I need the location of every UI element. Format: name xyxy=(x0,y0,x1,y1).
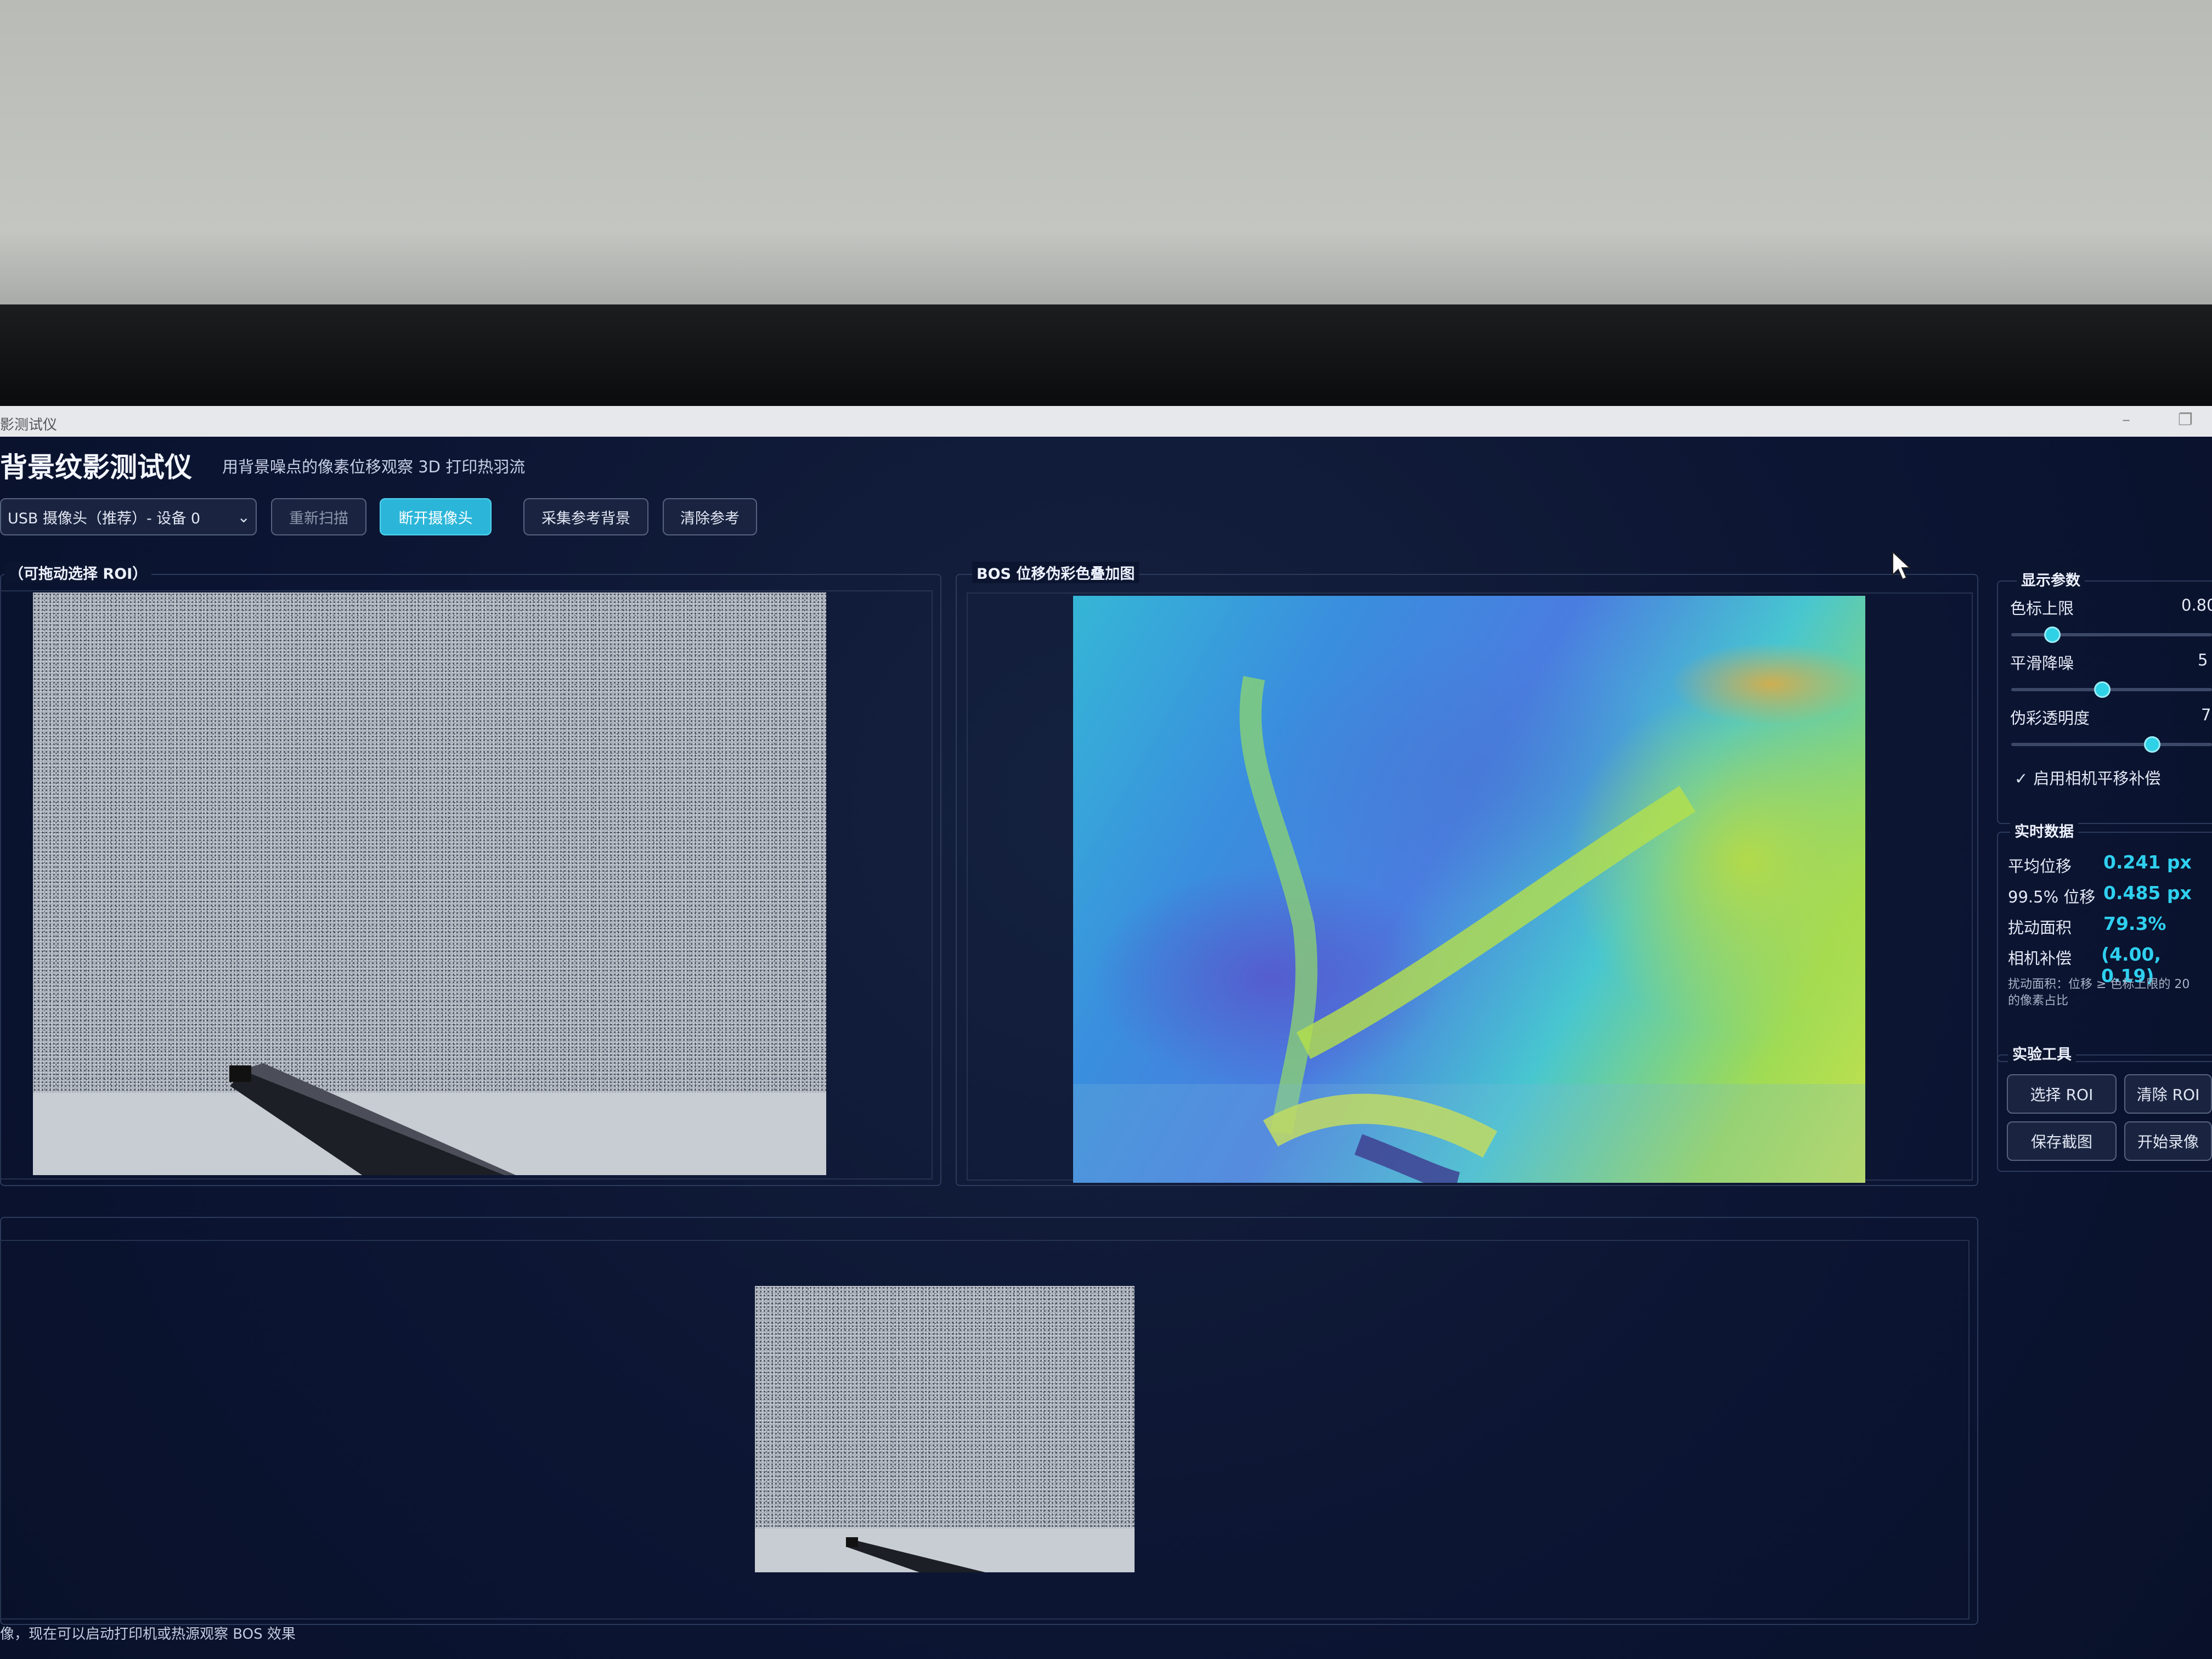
capture-reference-button[interactable]: 采集参考背景 xyxy=(523,498,648,535)
overlay-alpha-label: 伪彩透明度 xyxy=(2010,709,2090,727)
smoothing-label: 平滑降噪 xyxy=(2010,654,2074,673)
colormap-max-slider[interactable] xyxy=(2011,627,2212,643)
smoothing-thumb[interactable] xyxy=(2094,681,2111,698)
mouse-cursor-icon xyxy=(1892,551,1911,580)
disturbed-area-value: 79.3% xyxy=(2103,913,2166,934)
disconnect-camera-button[interactable]: 断开摄像头 xyxy=(380,498,492,535)
monitor-bezel xyxy=(0,304,2212,684)
tools-title: 实验工具 xyxy=(2008,1042,2076,1064)
window-title: 影测试仪 xyxy=(0,417,58,433)
disturbed-area-label: 扰动面积 xyxy=(2008,918,2072,937)
colormap-max-label: 色标上限 xyxy=(2010,599,2074,618)
app-subtitle: 用背景噪点的像素位移观察 3D 打印热羽流 xyxy=(222,458,526,476)
app-window: 背景纹影测试仪 用背景噪点的像素位移观察 3D 打印热羽流 USB 摄像头（推荐… xyxy=(0,437,2212,1659)
mean-shift-value: 0.241 px xyxy=(2103,851,2192,873)
clear-roi-button[interactable]: 清除 ROI xyxy=(2124,1074,2212,1114)
compensation-checkbox[interactable]: ✓ 启用相机平移补偿 xyxy=(2015,766,2160,789)
select-roi-button[interactable]: 选择 ROI xyxy=(2007,1074,2117,1114)
check-icon: ✓ xyxy=(2015,769,2028,788)
colormap-max-value: 0.80 xyxy=(2181,596,2212,614)
disturbed-area-note-1: 扰动面积：位移 ≥ 色标上限的 20 xyxy=(2008,978,2190,991)
reference-nozzle-image xyxy=(846,1537,985,1572)
nozzle-probe-image xyxy=(229,1063,516,1175)
camera-select-value: USB 摄像头（推荐）- 设备 0 xyxy=(8,510,201,527)
display-params-title: 显示参数 xyxy=(2017,568,2085,590)
chevron-down-icon: ⌄ xyxy=(237,508,250,526)
restore-icon[interactable]: ❐ xyxy=(2178,410,2193,430)
camera-panel-label: （可拖动选择 ROI） xyxy=(4,562,152,583)
p995-shift-label: 99.5% 位移 xyxy=(2008,888,2096,906)
bos-panel-label: BOS 位移伪彩色叠加图 xyxy=(972,562,1139,583)
realtime-title: 实时数据 xyxy=(2010,820,2078,841)
disturbed-area-note-2: 的像素占比 xyxy=(2008,994,2069,1008)
smoothing-slider[interactable] xyxy=(2011,681,2212,698)
camera-comp-label: 相机补偿 xyxy=(2008,949,2072,968)
clear-reference-button[interactable]: 清除参考 xyxy=(663,498,757,535)
save-snapshot-button[interactable]: 保存截图 xyxy=(2007,1121,2117,1161)
app-title: 背景纹影测试仪 xyxy=(0,452,192,483)
mean-shift-label: 平均位移 xyxy=(2008,857,2072,876)
reference-thumbnail xyxy=(755,1286,1135,1572)
status-bar-text: 像，现在可以启动打印机或热源观察 BOS 效果 xyxy=(0,1626,296,1643)
window-titlebar: 影测试仪 – ❐ xyxy=(0,406,2212,437)
wall-background xyxy=(0,0,2212,329)
start-recording-button[interactable]: 开始录像 xyxy=(2124,1121,2212,1161)
screen: 影测试仪 – ❐ 背景纹影测试仪 用背景噪点的像素位移观察 3D 打印热羽流 U… xyxy=(0,406,2212,1659)
smoothing-value: 5 xyxy=(2198,651,2208,669)
rescan-button[interactable]: 重新扫描 xyxy=(271,498,366,535)
overlay-alpha-value: 7 xyxy=(2201,706,2211,724)
overlay-alpha-slider[interactable] xyxy=(2011,736,2212,753)
overlay-alpha-thumb[interactable] xyxy=(2143,736,2160,753)
compensation-label: 启用相机平移补偿 xyxy=(2033,769,2161,788)
p995-shift-value: 0.485 px xyxy=(2103,882,2192,904)
bos-heatmap[interactable] xyxy=(1073,596,1865,1183)
minimize-icon[interactable]: – xyxy=(2122,410,2130,430)
plume-overlay xyxy=(1073,676,1865,1183)
camera-select[interactable]: USB 摄像头（推荐）- 设备 0 ⌄ xyxy=(0,498,257,535)
camera-feed[interactable] xyxy=(33,592,826,1175)
